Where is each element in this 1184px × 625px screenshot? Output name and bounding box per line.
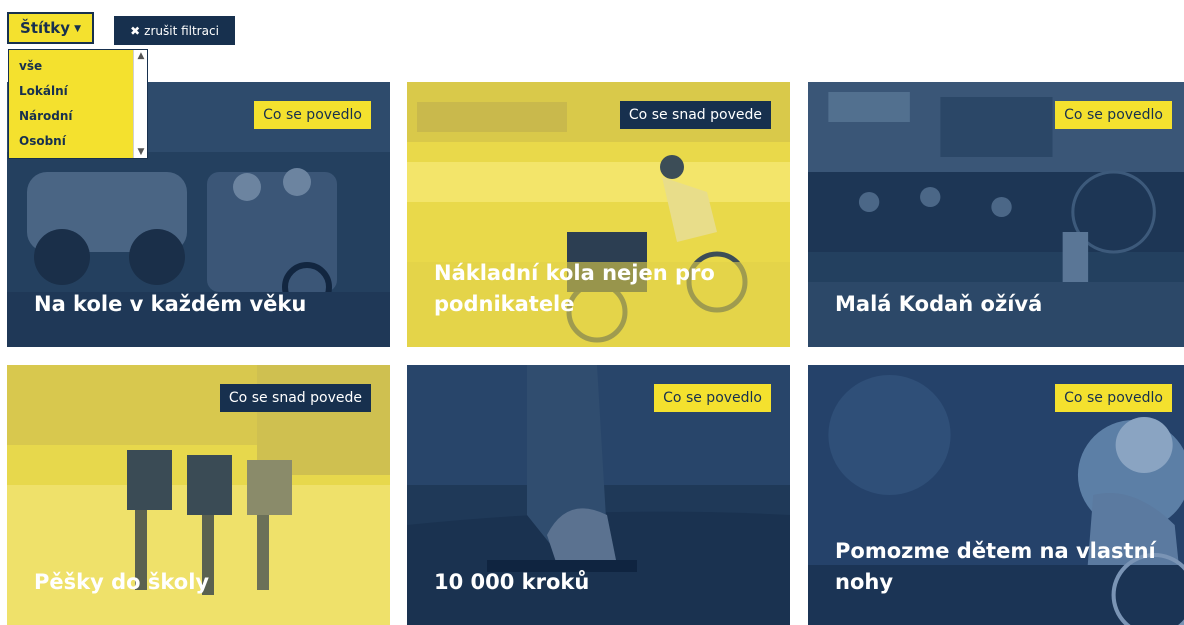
caret-down-icon: ▼ — [74, 24, 81, 34]
category-tag: Co se snad povede — [619, 101, 771, 129]
tag-option-national[interactable]: Národní — [9, 104, 147, 129]
article-card[interactable]: Co se povedlo 10 000 kroků — [407, 365, 790, 625]
article-card[interactable]: Co se snad povede Nákladní kola nejen pr… — [407, 82, 790, 347]
card-title: Pěšky do školy — [34, 570, 210, 594]
card-title: Pomozme dětem na vlastní nohy — [835, 539, 1156, 594]
category-tag: Co se povedlo — [1055, 384, 1172, 412]
clear-filter-label: zrušit filtraci — [144, 23, 219, 38]
close-icon: ✖ — [130, 23, 141, 38]
tags-filter-label: Štítky — [20, 19, 71, 37]
tag-option-personal[interactable]: Osobní — [9, 129, 147, 154]
article-card[interactable]: Co se snad povede Pěšky do školy — [7, 365, 390, 625]
category-tag: Co se snad povede — [219, 384, 371, 412]
tag-option-local[interactable]: Lokální — [9, 79, 147, 104]
card-title: Malá Kodaň ožívá — [835, 292, 1043, 316]
category-tag: Co se povedlo — [654, 384, 771, 412]
scroll-up-icon[interactable]: ▲ — [134, 51, 148, 61]
card-title: Na kole v každém věku — [34, 292, 307, 316]
category-tag: Co se povedlo — [1055, 101, 1172, 129]
dropdown-scrollbar[interactable]: ▲ ▼ — [133, 50, 147, 158]
tag-option-all[interactable]: vše — [9, 54, 147, 79]
card-title: Nákladní kola nejen pro podnikatele — [434, 261, 715, 316]
article-card[interactable]: Co se povedlo Pomozme dětem na vlastní n… — [808, 365, 1184, 625]
tags-filter-button[interactable]: Štítky ▼ — [7, 12, 94, 44]
card-title: 10 000 kroků — [434, 570, 590, 594]
tags-dropdown-list[interactable]: vše Lokální Národní Osobní ▲ ▼ — [8, 49, 148, 159]
article-card[interactable]: Co se povedlo Malá Kodaň ožívá — [808, 82, 1184, 347]
scroll-down-icon[interactable]: ▼ — [134, 147, 148, 157]
category-tag: Co se povedlo — [254, 101, 371, 129]
clear-filter-button[interactable]: ✖ zrušit filtraci — [114, 16, 235, 45]
